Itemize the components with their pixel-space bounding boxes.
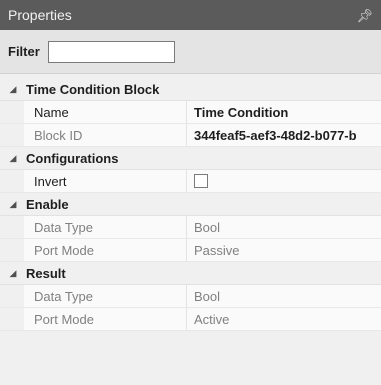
property-name: Port Mode [24,239,187,261]
property-name: Port Mode [24,308,187,330]
category-title: Configurations [26,150,119,166]
property-value-port-mode[interactable]: Active [187,308,381,330]
category-title: Enable [26,196,69,212]
property-row-data-type: Data Type Bool [0,216,381,239]
invert-checkbox[interactable] [194,174,208,188]
property-grid: ◢ Time Condition Block Name Time Conditi… [0,78,381,331]
properties-panel: Properties 📌︎ Filter ◢ Time Condition Bl… [0,0,381,385]
property-value-invert [187,170,381,192]
property-row-data-type: Data Type Bool [0,285,381,308]
filter-bar: Filter [0,30,381,74]
property-row-name: Name Time Condition [0,101,381,124]
property-row-block-id: Block ID 344feaf5-aef3-48d2-b077-b [0,124,381,147]
row-gutter [0,170,24,192]
property-row-port-mode: Port Mode Active [0,308,381,331]
property-name: Invert [24,170,187,192]
category-time-condition-block[interactable]: ◢ Time Condition Block [0,78,381,101]
property-value-data-type[interactable]: Bool [187,216,381,238]
collapse-triangle-icon[interactable]: ◢ [0,268,26,279]
property-value-name[interactable]: Time Condition [187,101,381,123]
property-name: Block ID [24,124,187,146]
row-gutter [0,239,24,261]
property-name: Data Type [24,285,187,307]
collapse-triangle-icon[interactable]: ◢ [0,153,26,164]
filter-input[interactable] [47,40,175,63]
category-title: Result [26,265,66,281]
row-gutter [0,216,24,238]
property-value-data-type[interactable]: Bool [187,285,381,307]
property-name: Data Type [24,216,187,238]
panel-title: Properties [8,7,72,23]
property-value-block-id[interactable]: 344feaf5-aef3-48d2-b077-b [187,124,381,146]
row-gutter [0,308,24,330]
row-gutter [0,285,24,307]
pin-icon[interactable]: 📌︎ [356,9,373,22]
filter-label: Filter [8,44,40,59]
panel-titlebar: Properties 📌︎ [0,0,381,30]
property-name: Name [24,101,187,123]
collapse-triangle-icon[interactable]: ◢ [0,84,26,95]
collapse-triangle-icon[interactable]: ◢ [0,199,26,210]
category-configurations[interactable]: ◢ Configurations [0,147,381,170]
row-gutter [0,101,24,123]
property-value-port-mode[interactable]: Passive [187,239,381,261]
row-gutter [0,124,24,146]
property-row-port-mode: Port Mode Passive [0,239,381,262]
property-row-invert: Invert [0,170,381,193]
category-title: Time Condition Block [26,81,160,97]
category-result[interactable]: ◢ Result [0,262,381,285]
category-enable[interactable]: ◢ Enable [0,193,381,216]
